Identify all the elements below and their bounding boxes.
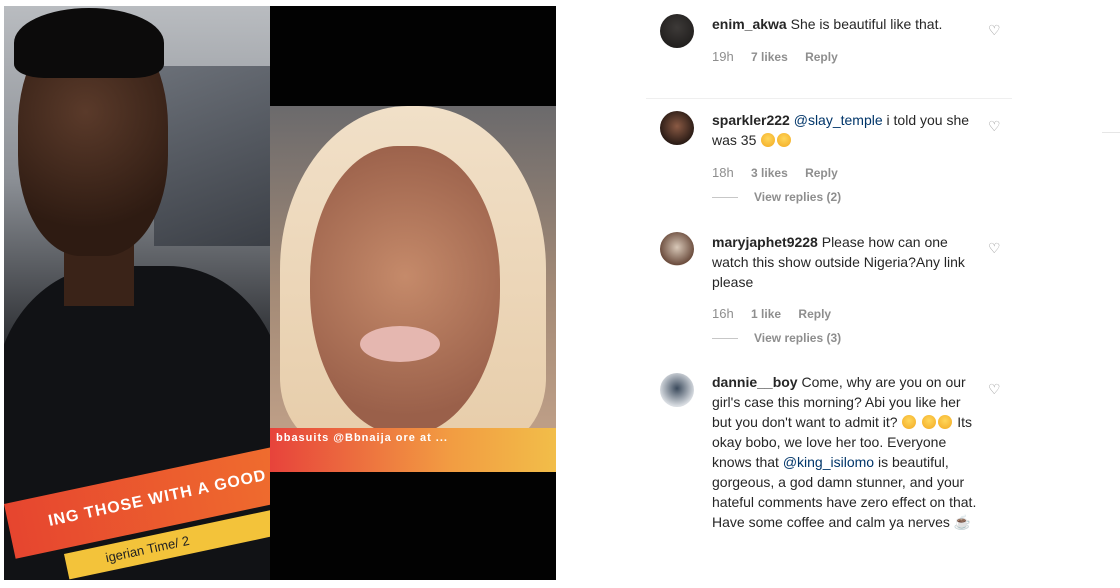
comment-text: maryjaphet9228 Please how can one watch … <box>712 232 982 292</box>
heart-icon[interactable]: ♡ <box>988 118 1001 135</box>
emoji-icon <box>902 415 917 429</box>
username[interactable]: maryjaphet9228 <box>712 234 818 250</box>
avatar[interactable] <box>660 111 694 145</box>
likes-count[interactable]: 3 likes <box>751 166 788 180</box>
emoji-icon <box>777 133 792 147</box>
comments-list: enim_akwa She is beautiful like that. ♡ … <box>646 0 1012 588</box>
black-bar-bottom <box>270 472 556 580</box>
heart-icon[interactable]: ♡ <box>988 240 1001 257</box>
timestamp: 18h <box>712 165 734 180</box>
avatar[interactable] <box>660 232 694 266</box>
username[interactable]: sparkler222 <box>712 112 790 128</box>
mention-link[interactable]: @king_isilomo <box>783 454 874 470</box>
username[interactable]: enim_akwa <box>712 16 787 32</box>
comment-meta: 19h 7 likes Reply <box>712 49 852 64</box>
view-replies-label: View replies (3) <box>754 331 842 345</box>
reply-button[interactable]: Reply <box>805 166 838 180</box>
comment-meta: 18h 3 likes Reply <box>712 165 852 180</box>
comment-text: dannie__boy Come, why are you on our gir… <box>712 372 982 532</box>
lips <box>360 326 440 362</box>
replies-line <box>712 338 738 340</box>
heart-icon[interactable]: ♡ <box>988 22 1001 39</box>
left-photo: ING THOSE WITH A GOOD LIF igerian Time/ … <box>4 6 270 580</box>
heart-icon[interactable]: ♡ <box>988 381 1001 398</box>
view-replies-label: View replies (2) <box>754 190 842 204</box>
comment-text: sparkler222 @slay_temple i told you she … <box>712 110 982 150</box>
comment-body: She is beautiful like that. <box>790 16 943 32</box>
emoji-icon <box>922 415 937 429</box>
reply-button[interactable]: Reply <box>805 50 838 64</box>
face <box>310 146 500 436</box>
comment-meta: 16h 1 like Reply <box>712 306 845 321</box>
view-replies-button[interactable]: View replies (3) <box>712 331 841 345</box>
timestamp: 16h <box>712 306 734 321</box>
avatar[interactable] <box>660 14 694 48</box>
mention-link[interactable]: @slay_temple <box>794 112 883 128</box>
replies-line <box>712 197 738 199</box>
reply-button[interactable]: Reply <box>798 307 831 321</box>
hair <box>14 8 164 78</box>
emoji-icon <box>938 415 953 429</box>
likes-count[interactable]: 7 likes <box>751 50 788 64</box>
avatar[interactable] <box>660 373 694 407</box>
tv-band: bbasuits @Bbnaija ore at ... <box>270 428 556 472</box>
black-bar-top <box>270 6 556 106</box>
divider <box>646 98 1012 99</box>
timestamp: 19h <box>712 49 734 64</box>
view-replies-button[interactable]: View replies (2) <box>712 190 841 204</box>
right-photo: bbasuits @Bbnaija ore at ... <box>270 106 556 472</box>
background-panel <box>154 66 270 246</box>
comment-text: enim_akwa She is beautiful like that. <box>712 14 982 34</box>
emoji-icon <box>761 133 776 147</box>
likes-count[interactable]: 1 like <box>751 307 781 321</box>
edge-divider <box>1102 132 1120 133</box>
username[interactable]: dannie__boy <box>712 374 798 390</box>
